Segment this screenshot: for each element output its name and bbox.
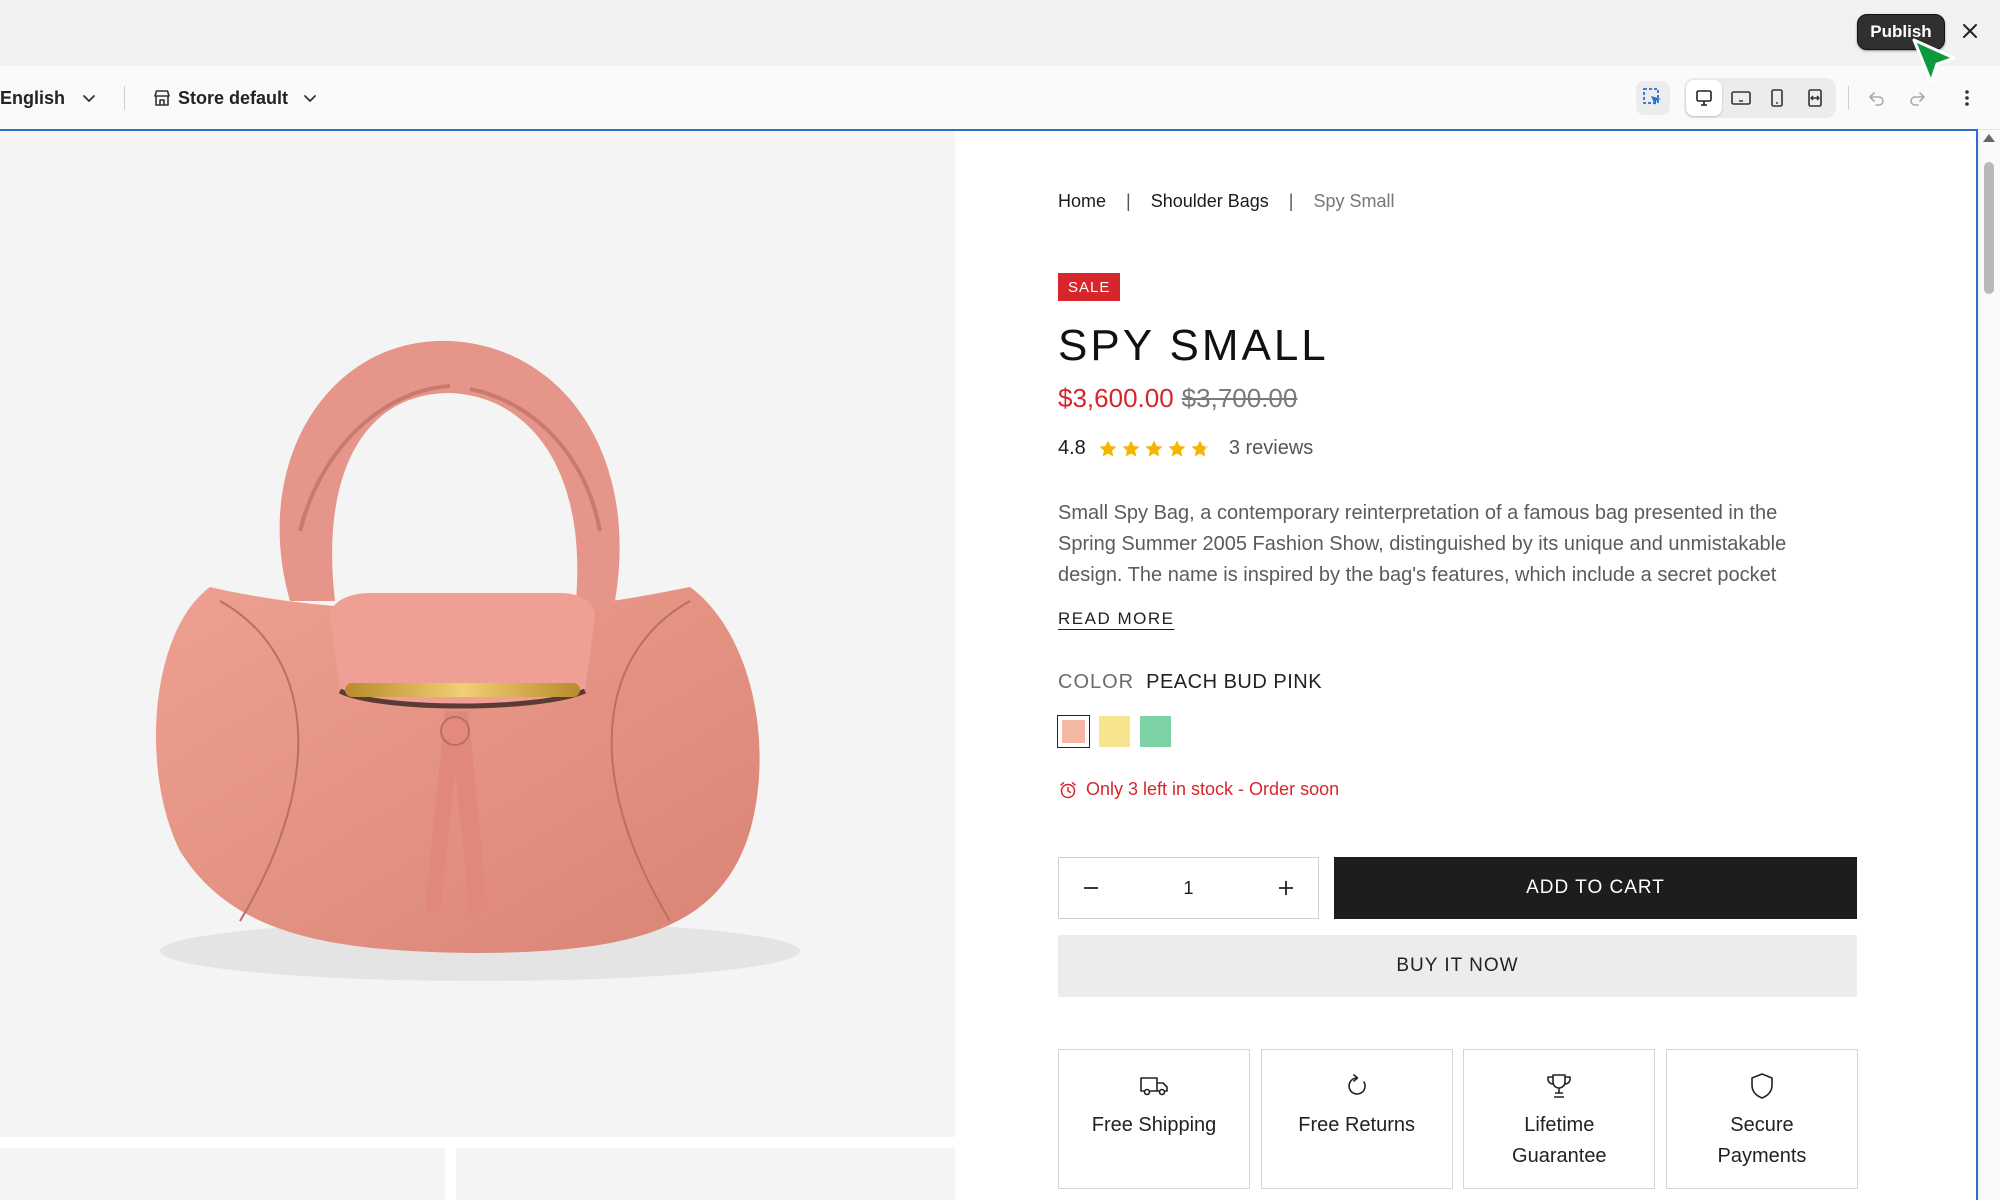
feature-free-returns: Free Returns bbox=[1260, 1049, 1453, 1189]
product-description: Small Spy Bag, a contemporary reinterpre… bbox=[1058, 498, 1838, 591]
language-label: English bbox=[0, 87, 66, 108]
mobile-view-button[interactable] bbox=[1760, 81, 1794, 115]
editor-top-bar: Publish bbox=[0, 0, 2000, 66]
chevron-down-icon bbox=[304, 95, 316, 103]
redo-button[interactable] bbox=[1900, 81, 1934, 115]
add-to-cart-button[interactable]: ADD TO CART bbox=[1334, 857, 1857, 919]
desktop-view-button[interactable] bbox=[1686, 80, 1722, 116]
original-price: $3,700.00 bbox=[1181, 383, 1298, 413]
tablet-landscape-icon bbox=[1731, 91, 1751, 105]
fullwidth-icon bbox=[1808, 89, 1822, 107]
more-options-button[interactable] bbox=[1950, 81, 1984, 115]
breadcrumb-category[interactable]: Shoulder Bags bbox=[1151, 191, 1269, 212]
close-icon[interactable] bbox=[1955, 16, 1985, 46]
more-vertical-icon bbox=[1965, 90, 1969, 106]
feature-label: Lifetime Guarantee bbox=[1512, 1114, 1607, 1167]
fullwidth-view-button[interactable] bbox=[1798, 81, 1832, 115]
breadcrumb-separator: | bbox=[1126, 191, 1131, 211]
sale-price: $3,600.00 bbox=[1058, 383, 1174, 413]
star-rating bbox=[1098, 439, 1213, 459]
price-block: $3,600.00 $3,700.00 bbox=[1058, 383, 1297, 414]
feature-label: Free Shipping bbox=[1091, 1114, 1217, 1136]
breadcrumb: Home | Shoulder Bags | Spy Small bbox=[1058, 191, 1395, 212]
trophy-icon bbox=[1547, 1074, 1572, 1098]
feature-label: Secure Payments bbox=[1717, 1114, 1807, 1167]
publish-button[interactable]: Publish bbox=[1857, 14, 1945, 50]
alarm-clock-icon bbox=[1060, 781, 1076, 798]
color-selector-label: COLOR PEACH BUD PINK bbox=[1058, 671, 1322, 694]
decrease-quantity-button[interactable] bbox=[1069, 866, 1113, 910]
swatch-green[interactable] bbox=[1140, 716, 1171, 747]
inspector-button[interactable] bbox=[1636, 81, 1670, 115]
feature-secure-payments: Secure Payments bbox=[1665, 1049, 1858, 1189]
minus-icon bbox=[1084, 887, 1098, 889]
rating: 4.8 3 reviews bbox=[1058, 437, 1313, 460]
shield-icon bbox=[1751, 1073, 1773, 1099]
mobile-icon bbox=[1771, 89, 1783, 107]
editor-toolbar: English Store default bbox=[0, 66, 2000, 130]
swatch-yellow[interactable] bbox=[1099, 716, 1130, 747]
feature-label: Free Returns bbox=[1298, 1114, 1416, 1136]
select-inspect-icon bbox=[1643, 88, 1661, 105]
star-icon bbox=[1191, 440, 1209, 456]
store-icon bbox=[154, 90, 170, 106]
redo-icon bbox=[1910, 92, 1925, 106]
undo-icon bbox=[1869, 92, 1884, 106]
product-thumbnail[interactable] bbox=[456, 1148, 955, 1200]
language-selector[interactable]: English bbox=[0, 66, 97, 130]
undo-button[interactable] bbox=[1860, 81, 1894, 115]
feature-list: Free Shipping Free Returns Lifetime Guara… bbox=[1058, 1049, 1858, 1189]
truck-icon bbox=[1140, 1077, 1168, 1096]
chevron-down-icon bbox=[83, 95, 95, 103]
tablet-landscape-button[interactable] bbox=[1724, 81, 1758, 115]
scrollbar-thumb[interactable] bbox=[1984, 162, 1994, 294]
feature-lifetime-guarantee: Lifetime Guarantee bbox=[1463, 1049, 1656, 1189]
store-selector[interactable]: Store default bbox=[152, 66, 318, 130]
read-more-link[interactable]: READ MORE bbox=[1058, 609, 1174, 629]
plus-icon bbox=[1278, 881, 1293, 895]
desktop-icon bbox=[1696, 90, 1712, 106]
product-thumbnail[interactable] bbox=[0, 1148, 445, 1200]
store-label: Store default bbox=[178, 87, 289, 108]
swatch-peach[interactable] bbox=[1057, 715, 1090, 748]
breadcrumb-current: Spy Small bbox=[1313, 191, 1395, 211]
quantity-stepper: 1 bbox=[1058, 857, 1319, 919]
description-line: design. The name is inspired by the bag'… bbox=[1058, 564, 1777, 586]
star-icon bbox=[1122, 440, 1140, 456]
refresh-icon bbox=[1347, 1074, 1366, 1095]
breadcrumb-separator: | bbox=[1288, 191, 1294, 211]
increase-quantity-button[interactable] bbox=[1264, 866, 1308, 910]
reviews-link[interactable]: 3 reviews bbox=[1229, 437, 1313, 460]
preview-canvas: Home | Shoulder Bags | Spy Small SALE SP… bbox=[0, 129, 1978, 1200]
star-icon bbox=[1168, 440, 1186, 456]
scroll-up-icon[interactable] bbox=[1983, 134, 1995, 142]
color-label: COLOR bbox=[1058, 671, 1135, 693]
sale-badge: SALE bbox=[1058, 273, 1121, 301]
breadcrumb-home[interactable]: Home bbox=[1058, 191, 1106, 212]
feature-free-shipping: Free Shipping bbox=[1058, 1049, 1250, 1189]
description-line: Spring Summer 2005 Fashion Show, disting… bbox=[1058, 533, 1787, 555]
product-title: SPY SMALL bbox=[1058, 321, 1329, 370]
handbag-image bbox=[156, 340, 800, 981]
toolbar-divider bbox=[1848, 86, 1849, 110]
quantity-input[interactable]: 1 bbox=[1183, 878, 1193, 899]
description-line: Small Spy Bag, a contemporary reinterpre… bbox=[1058, 502, 1778, 524]
star-icon bbox=[1099, 440, 1117, 456]
product-image[interactable] bbox=[0, 131, 955, 1137]
stock-text: Only 3 left in stock - Order soon bbox=[1086, 779, 1340, 799]
toolbar-divider bbox=[124, 86, 125, 110]
color-swatches bbox=[1057, 715, 1181, 748]
rating-value: 4.8 bbox=[1058, 437, 1086, 459]
stock-notice: Only 3 left in stock - Order soon bbox=[1058, 779, 1339, 800]
color-value: PEACH BUD PINK bbox=[1146, 671, 1323, 693]
buy-now-button[interactable]: BUY IT NOW bbox=[1058, 935, 1857, 997]
star-icon bbox=[1145, 440, 1163, 456]
